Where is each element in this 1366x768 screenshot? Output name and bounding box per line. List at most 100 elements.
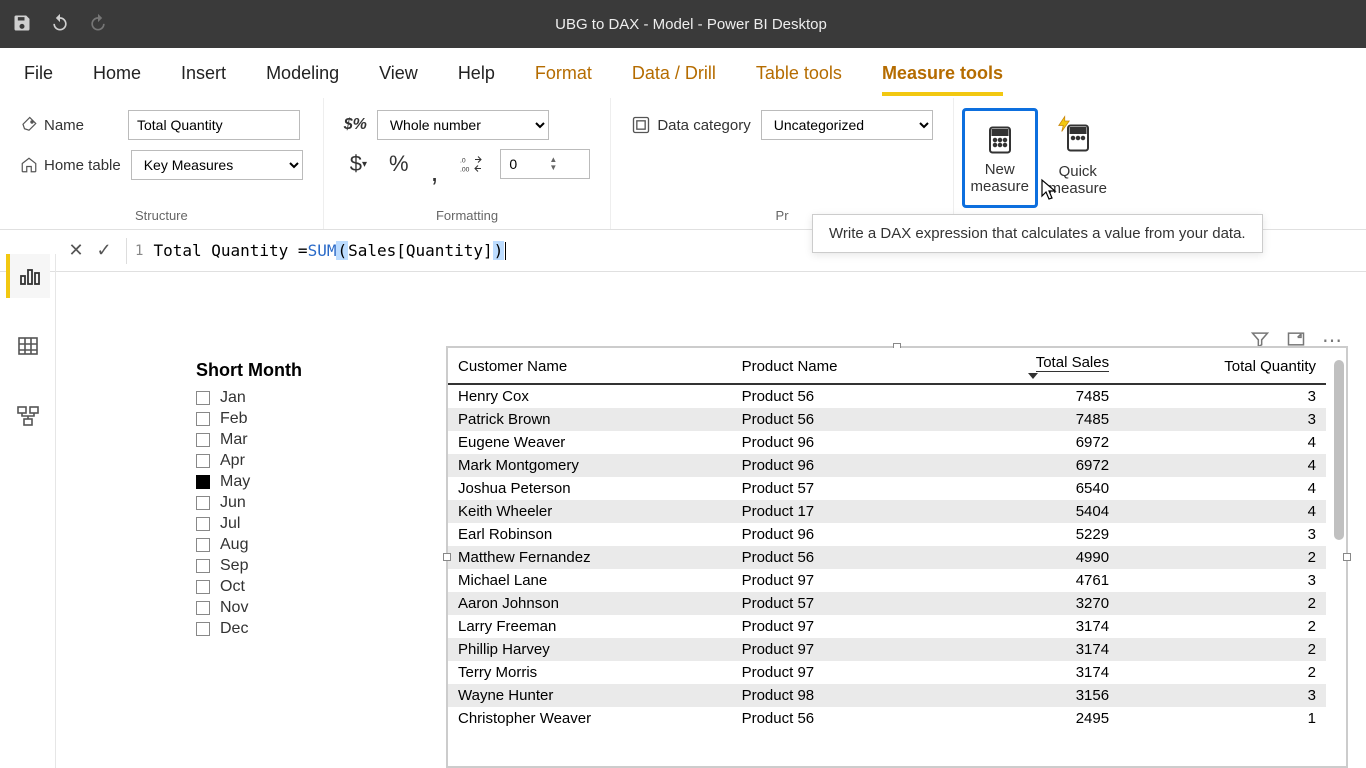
table-row[interactable]: Terry MorrisProduct 9731742	[448, 661, 1326, 684]
slicer-item-label: Feb	[220, 410, 248, 428]
checkbox-icon[interactable]	[196, 538, 210, 552]
slicer-title: Short Month	[196, 360, 396, 381]
table-row[interactable]: Phillip HarveyProduct 9731742	[448, 638, 1326, 661]
percent-button[interactable]: %	[383, 151, 415, 177]
resize-handle-right[interactable]	[1343, 553, 1351, 561]
name-input[interactable]	[128, 110, 300, 140]
slicer-item-feb[interactable]: Feb	[196, 410, 396, 428]
slicer-item-oct[interactable]: Oct	[196, 578, 396, 596]
slicer-item-sep[interactable]: Sep	[196, 557, 396, 575]
table-cell: 2495	[946, 707, 1119, 730]
thousands-button[interactable]: ,	[425, 156, 445, 188]
slicer-item-jan[interactable]: Jan	[196, 389, 396, 407]
home-table-select[interactable]: Key Measures	[131, 150, 303, 180]
slicer-item-jun[interactable]: Jun	[196, 494, 396, 512]
new-measure-tooltip: Write a DAX expression that calculates a…	[812, 214, 1263, 253]
name-label: Name	[20, 116, 118, 134]
model-view-icon[interactable]	[6, 394, 50, 438]
ribbon-tab-measure-tools[interactable]: Measure tools	[882, 53, 1003, 94]
checkbox-icon[interactable]	[196, 391, 210, 405]
column-header[interactable]: Total Quantity	[1119, 348, 1326, 384]
table-cell: 5404	[946, 500, 1119, 523]
view-rail	[0, 254, 56, 768]
table-row[interactable]: Michael LaneProduct 9747613	[448, 569, 1326, 592]
formula-cancel-icon[interactable]: ✕	[62, 240, 90, 261]
table-row[interactable]: Christopher WeaverProduct 5624951	[448, 707, 1326, 730]
table-row[interactable]: Joshua PetersonProduct 5765404	[448, 477, 1326, 500]
column-header[interactable]: Customer Name	[448, 348, 732, 384]
formula-text[interactable]: 1 Total Quantity = SUM ( Sales[Quantity]…	[135, 241, 506, 260]
table-row[interactable]: Larry FreemanProduct 9731742	[448, 615, 1326, 638]
checkbox-icon[interactable]	[196, 412, 210, 426]
checkbox-icon[interactable]	[196, 475, 210, 489]
formula-commit-icon[interactable]: ✓	[90, 240, 118, 261]
slicer-item-aug[interactable]: Aug	[196, 536, 396, 554]
currency-button[interactable]: $▾	[344, 151, 373, 177]
table-cell: Terry Morris	[448, 661, 732, 684]
ribbon-tab-insert[interactable]: Insert	[181, 53, 226, 94]
table-row[interactable]: Matthew FernandezProduct 5649902	[448, 546, 1326, 569]
table-row[interactable]: Eugene WeaverProduct 9669724	[448, 431, 1326, 454]
table-row[interactable]: Patrick BrownProduct 5674853	[448, 408, 1326, 431]
report-canvas[interactable]: ⋯ Short Month JanFebMarAprMayJunJulAugSe…	[56, 272, 1366, 768]
table-cell: 3174	[946, 661, 1119, 684]
redo-icon[interactable]	[88, 13, 108, 36]
table-cell: Product 97	[732, 638, 947, 661]
ribbon-tab-modeling[interactable]: Modeling	[266, 53, 339, 94]
checkbox-icon[interactable]	[196, 601, 210, 615]
slicer-item-jul[interactable]: Jul	[196, 515, 396, 533]
ribbon-tab-data-drill[interactable]: Data / Drill	[632, 53, 716, 94]
window-title: UBG to DAX - Model - Power BI Desktop	[108, 16, 1274, 33]
table-row[interactable]: Wayne HunterProduct 9831563	[448, 684, 1326, 707]
slicer-item-label: Sep	[220, 557, 248, 575]
column-header[interactable]: Total Sales	[946, 348, 1119, 384]
checkbox-icon[interactable]	[196, 454, 210, 468]
table-cell: 2	[1119, 661, 1326, 684]
ribbon-tab-home[interactable]: Home	[93, 53, 141, 94]
ribbon-group-formatting: $% Whole number $▾ % , .0.00 ▲▼ Formatti…	[324, 98, 612, 229]
table-row[interactable]: Keith WheelerProduct 1754044	[448, 500, 1326, 523]
slicer-item-dec[interactable]: Dec	[196, 620, 396, 638]
decimal-places-input[interactable]: ▲▼	[500, 149, 590, 179]
slicer-item-apr[interactable]: Apr	[196, 452, 396, 470]
report-view-icon[interactable]	[6, 254, 50, 298]
ribbon-tab-help[interactable]: Help	[458, 53, 495, 94]
column-header[interactable]: Product Name	[732, 348, 947, 384]
table-cell: 4	[1119, 477, 1326, 500]
checkbox-icon[interactable]	[196, 496, 210, 510]
slicer-item-may[interactable]: May	[196, 473, 396, 491]
table-row[interactable]: Mark MontgomeryProduct 9669724	[448, 454, 1326, 477]
ribbon-tab-file[interactable]: File	[24, 53, 53, 94]
table-row[interactable]: Aaron JohnsonProduct 5732702	[448, 592, 1326, 615]
checkbox-icon[interactable]	[196, 580, 210, 594]
table-visual[interactable]: Customer NameProduct NameTotal SalesTota…	[446, 346, 1348, 768]
quick-measure-button[interactable]: Quick measure	[1040, 108, 1116, 208]
slicer-item-nov[interactable]: Nov	[196, 599, 396, 617]
slicer-item-mar[interactable]: Mar	[196, 431, 396, 449]
table-row[interactable]: Henry CoxProduct 5674853	[448, 384, 1326, 408]
table-cell: 3	[1119, 523, 1326, 546]
checkbox-icon[interactable]	[196, 517, 210, 531]
resize-handle-left[interactable]	[443, 553, 451, 561]
checkbox-icon[interactable]	[196, 622, 210, 636]
scrollbar-thumb[interactable]	[1334, 360, 1344, 540]
data-view-icon[interactable]	[6, 324, 50, 368]
table-row[interactable]: Earl RobinsonProduct 9652293	[448, 523, 1326, 546]
decimal-places-icon[interactable]: .0.00	[454, 154, 490, 174]
format-select[interactable]: Whole number	[377, 110, 549, 140]
table-cell: Phillip Harvey	[448, 638, 732, 661]
table-cell: Matthew Fernandez	[448, 546, 732, 569]
data-category-select[interactable]: Uncategorized	[761, 110, 933, 140]
save-icon[interactable]	[12, 13, 32, 36]
ribbon-tab-format[interactable]: Format	[535, 53, 592, 94]
table-cell: Michael Lane	[448, 569, 732, 592]
ribbon-tab-view[interactable]: View	[379, 53, 418, 94]
ribbon-tab-table-tools[interactable]: Table tools	[756, 53, 842, 94]
ribbon-group-properties: Data category Uncategorized Pr	[611, 98, 953, 229]
data-table: Customer NameProduct NameTotal SalesTota…	[448, 348, 1326, 730]
checkbox-icon[interactable]	[196, 433, 210, 447]
new-measure-button[interactable]: New measure	[962, 108, 1038, 208]
undo-icon[interactable]	[50, 13, 70, 36]
checkbox-icon[interactable]	[196, 559, 210, 573]
slicer-short-month[interactable]: Short Month Jan Feb Mar Apr May Jun Jul Aug Sep O…	[196, 360, 396, 641]
